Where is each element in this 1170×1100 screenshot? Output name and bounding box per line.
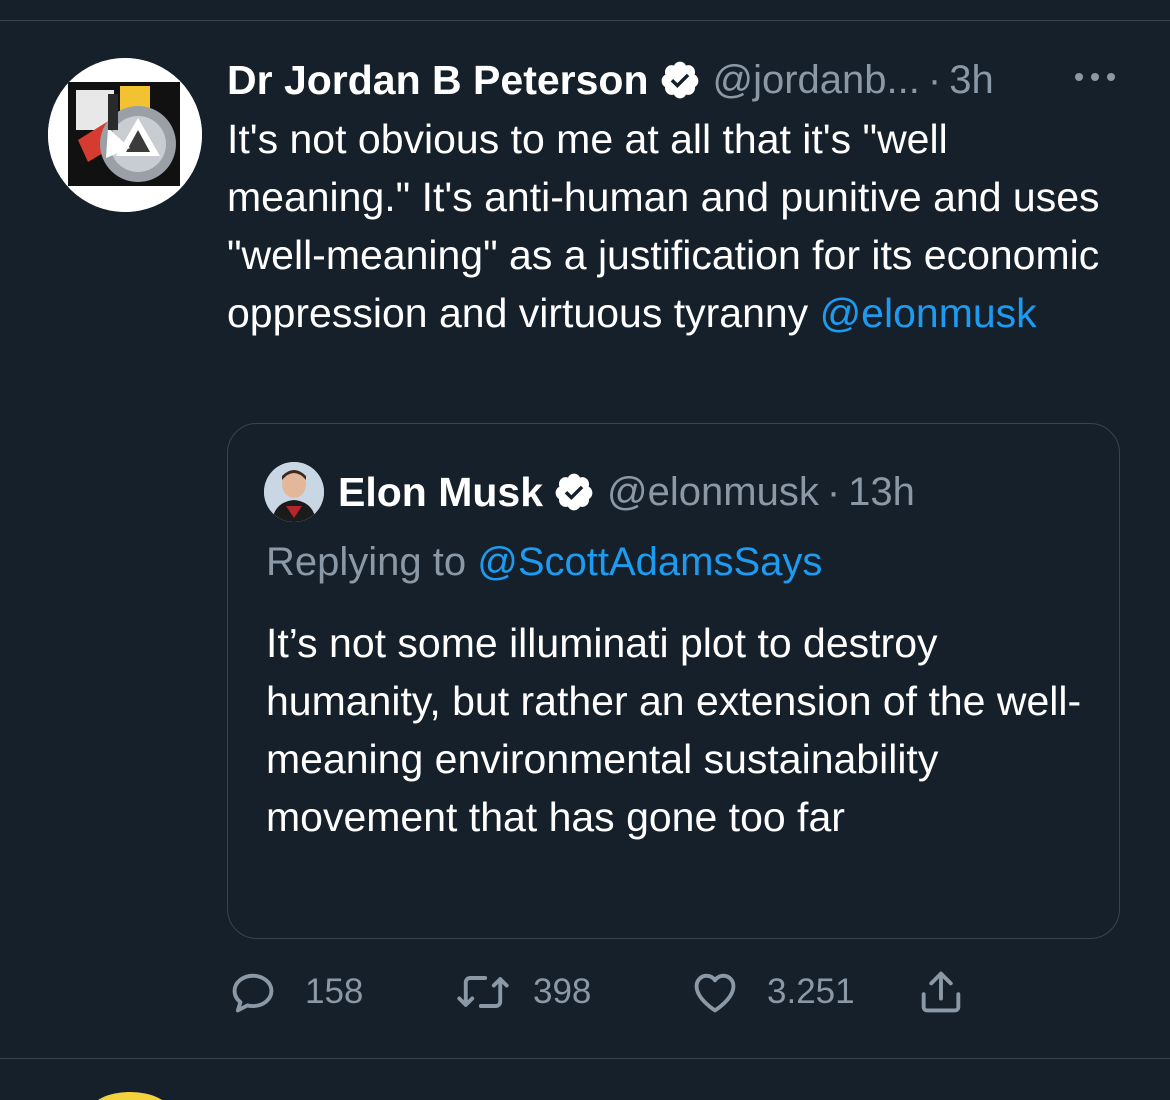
tweet-header: Dr Jordan B Peterson @jordanb... · 3h xyxy=(227,52,1127,108)
replying-prefix: Replying to xyxy=(266,540,478,584)
share-icon xyxy=(915,966,967,1018)
verified-badge-icon xyxy=(659,59,701,101)
verified-badge-icon xyxy=(553,471,595,513)
tweet-text: It's not obvious to me at all that it's … xyxy=(227,110,1127,342)
tweet-timestamp[interactable]: 3h xyxy=(949,58,994,103)
tweet-actions: 158 398 3.251 xyxy=(227,962,1107,1022)
like-count: 3.251 xyxy=(767,972,855,1011)
author-avatar[interactable] xyxy=(48,58,202,212)
reply-count: 158 xyxy=(305,972,364,1011)
more-horizontal-icon[interactable] xyxy=(1070,62,1120,92)
retweet-button[interactable]: 398 xyxy=(455,962,591,1022)
timeline: Dr Jordan B Peterson @jordanb... · 3h It… xyxy=(0,0,1170,1100)
separator-dot: · xyxy=(826,469,841,514)
share-button[interactable] xyxy=(915,962,967,1022)
quoted-tweet-timestamp[interactable]: 13h xyxy=(848,470,915,515)
reply-icon xyxy=(227,966,279,1018)
quoted-tweet-card[interactable]: Elon Musk @elonmusk · 13h Replying to @S… xyxy=(227,423,1120,939)
mention-link[interactable]: @elonmusk xyxy=(820,290,1037,336)
quoted-tweet-header: Elon Musk @elonmusk · 13h xyxy=(264,462,915,522)
divider xyxy=(0,20,1170,21)
quoted-author-handle[interactable]: @elonmusk xyxy=(607,470,819,515)
like-button[interactable]: 3.251 xyxy=(689,962,855,1022)
replying-to-line: Replying to @ScottAdamsSays xyxy=(266,540,822,585)
next-tweet-avatar[interactable] xyxy=(90,1092,170,1100)
replying-to-link[interactable]: @ScottAdamsSays xyxy=(477,540,822,584)
quoted-author-name[interactable]: Elon Musk xyxy=(338,469,543,516)
author-handle[interactable]: @jordanb... xyxy=(713,58,920,103)
quoted-author-avatar[interactable] xyxy=(264,462,324,522)
separator-dot: · xyxy=(927,57,942,102)
heart-icon xyxy=(689,966,741,1018)
divider xyxy=(0,1058,1170,1059)
retweet-count: 398 xyxy=(533,972,592,1011)
retweet-icon xyxy=(455,966,511,1018)
reply-button[interactable]: 158 xyxy=(227,962,363,1022)
author-name[interactable]: Dr Jordan B Peterson xyxy=(227,57,649,104)
quoted-tweet-text: It’s not some illuminati plot to destroy… xyxy=(266,620,1082,840)
